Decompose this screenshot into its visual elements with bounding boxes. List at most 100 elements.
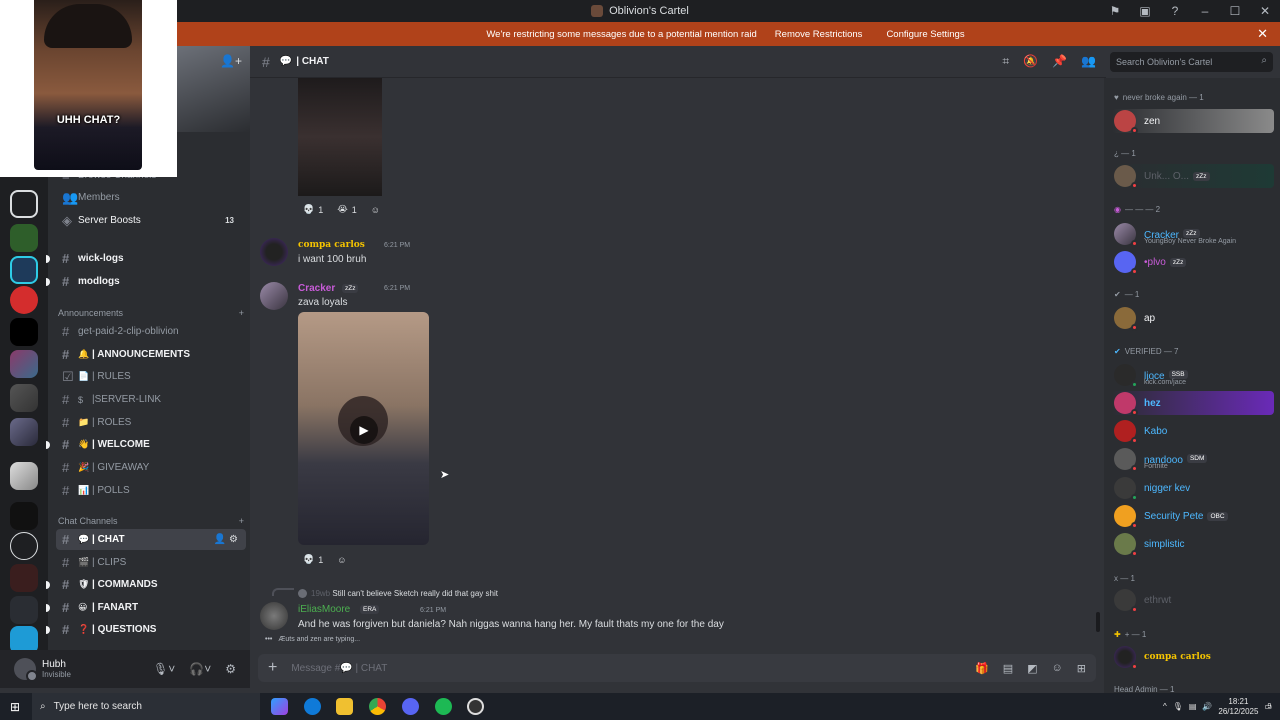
message-author[interactable]: compa carlos [298,240,365,250]
minimize-button[interactable]: – [1190,0,1220,22]
channel-wick-logs[interactable]: # wick-logs [46,248,246,269]
server-icon-7[interactable] [10,532,38,560]
mute-icon[interactable]: 🔕 [1023,54,1038,69]
search-input[interactable]: Search Oblivion's Cartel ⌕ [1110,52,1273,72]
channel-fanart[interactable]: # 😀 | FANART [46,597,246,618]
channel-modlogs[interactable]: # modlogs [46,271,246,292]
member-row[interactable]: ethrwt [1112,588,1274,613]
server-folder-3[interactable] [10,418,38,446]
server-icon-4[interactable] [10,286,38,314]
author-avatar[interactable] [260,282,288,310]
channel-questions[interactable]: # ❓ | QUESTIONS [46,619,246,640]
emoji-icon[interactable]: ☺ [1052,662,1063,675]
file-explorer-icon[interactable] [336,698,353,715]
reaction-crying[interactable]: 😭 1 [332,202,362,217]
image-attachment[interactable] [298,78,382,196]
add-reaction-icon[interactable]: ☺ [366,203,385,217]
member-row[interactable]: Unk... O... zZz [1112,164,1274,189]
invite-people-icon[interactable]: 👤+ [220,54,242,68]
microphone-icon[interactable]: 🎙˅ [153,662,175,676]
video-attachment[interactable]: ▶ [298,312,429,545]
channel-giveaway[interactable]: # 🎉 | GIVEAWAY [56,457,246,478]
user-avatar[interactable] [14,658,38,682]
server-icon-5[interactable] [10,318,38,346]
add-channel-icon[interactable]: + [239,516,244,526]
message-author[interactable]: Cracker [298,283,335,294]
member-row[interactable]: •plvo zZz [1112,250,1274,275]
close-banner-icon[interactable]: ✕ [1257,26,1268,42]
reaction-skull[interactable]: 💀 1 [298,202,328,217]
channel-settings-icons[interactable]: 👤 ⚙ [214,534,238,545]
copilot-app-icon[interactable] [271,698,288,715]
sticker-icon[interactable]: ◩ [1027,662,1037,675]
member-row[interactable]: Cracker zZz YoungBoy Never Broke Again [1112,222,1274,247]
member-row[interactable]: simplistic [1112,532,1274,557]
help-icon[interactable]: ? [1160,0,1190,22]
server-icon-1[interactable] [10,190,38,218]
clock[interactable]: 18:21 26/12/2025 [1218,697,1258,717]
chat-scrollbar[interactable] [1096,612,1100,632]
category-announcements[interactable]: Announcements + [58,308,244,318]
channel-clips[interactable]: # 🎬 | CLIPS [56,552,246,573]
apps-icon[interactable]: ⊞ [1077,662,1086,675]
author-avatar[interactable] [260,602,288,630]
server-icon-3[interactable] [10,256,38,284]
author-avatar[interactable] [260,238,288,266]
channel-commands[interactable]: # 🛡 | COMMANDS [46,574,246,595]
channel-server-link[interactable]: # $ |SERVER-LINK [56,389,246,410]
member-row[interactable]: Security Pete OBC [1112,504,1274,529]
message-author[interactable]: iEliasMoore [298,604,350,615]
server-icon-8[interactable] [10,564,38,592]
server-boosts-item[interactable]: ◈ Server Boosts 13 [56,210,246,231]
category-chat-channels[interactable]: Chat Channels + [58,516,244,526]
pin-icon[interactable]: 📌 [1052,54,1067,69]
play-icon[interactable]: ▶ [350,416,378,444]
reply-ref[interactable]: 19wb Still can't believe Sketch really d… [298,589,498,599]
server-icon-6[interactable] [10,502,38,530]
channel-announcements[interactable]: # 🔔 | ANNOUNCEMENTS [56,344,246,365]
edge-app-icon[interactable] [304,698,321,715]
add-reaction-icon[interactable]: ☺ [332,553,351,567]
channel-polls[interactable]: # 📊 | POLLS [56,480,246,501]
discord-app-icon[interactable] [402,698,419,715]
message-composer[interactable]: + Message #💬 | CHAT 🎁 ▤ ◩ ☺ ⊞ [258,654,1096,682]
server-folder-2[interactable] [10,384,38,412]
member-row[interactable]: nandooo SDM Fortnite [1112,447,1274,472]
close-window-button[interactable]: ✕ [1250,0,1280,22]
threads-icon[interactable]: ⌗ [1002,54,1009,69]
member-row[interactable]: nigger kev [1112,476,1274,501]
mic-tray-icon[interactable]: 🎙 [1173,702,1183,711]
chrome-app-icon[interactable] [369,698,386,715]
member-row[interactable]: Kabo [1112,419,1274,444]
channel-rules[interactable]: ☑ 📄 | RULES [56,366,246,387]
screen-icon[interactable]: ▣ [1130,0,1160,22]
channel-get-paid[interactable]: # get-paid-2-clip-oblivion [56,321,246,342]
inbox-icon[interactable]: ⚑ [1100,0,1130,22]
member-row[interactable]: compa carlos [1112,645,1274,670]
member-row[interactable]: ljoce SSB kick.com/jace [1112,363,1274,388]
notification-icon[interactable]: ▭ 9 [1264,702,1272,711]
attach-plus-icon[interactable]: + [268,659,277,677]
taskbar-search[interactable]: ⌕ Type here to search [32,693,260,720]
gif-icon[interactable]: ▤ [1003,662,1013,675]
server-icon-2[interactable] [10,224,38,252]
server-icon-9[interactable] [10,596,38,624]
headphones-icon[interactable]: 🎧˅ [189,662,211,676]
settings-gear-icon[interactable]: ⚙ [225,662,236,676]
network-icon[interactable]: ▤ [1189,702,1197,711]
members-item[interactable]: 👥 Members [56,187,246,208]
maximize-button[interactable]: ☐ [1220,0,1250,22]
windows-start-icon[interactable]: ⊞ [10,700,20,714]
member-list-icon[interactable]: 👥 [1081,54,1096,69]
configure-settings-button[interactable]: Configure Settings [880,26,970,43]
add-channel-icon[interactable]: + [239,308,244,318]
member-row[interactable]: hez [1112,391,1274,416]
server-folder-4[interactable] [10,462,38,490]
tray-arrow-icon[interactable]: ^ [1163,702,1167,711]
gift-icon[interactable]: 🎁 [975,662,989,675]
channel-chat[interactable]: # 💬 | CHAT 👤 ⚙ [56,529,246,550]
member-row[interactable]: zen [1112,109,1274,134]
member-row[interactable]: ap [1112,306,1274,331]
reaction-skull[interactable]: 💀 1 [298,552,328,567]
obs-app-icon[interactable] [467,698,484,715]
